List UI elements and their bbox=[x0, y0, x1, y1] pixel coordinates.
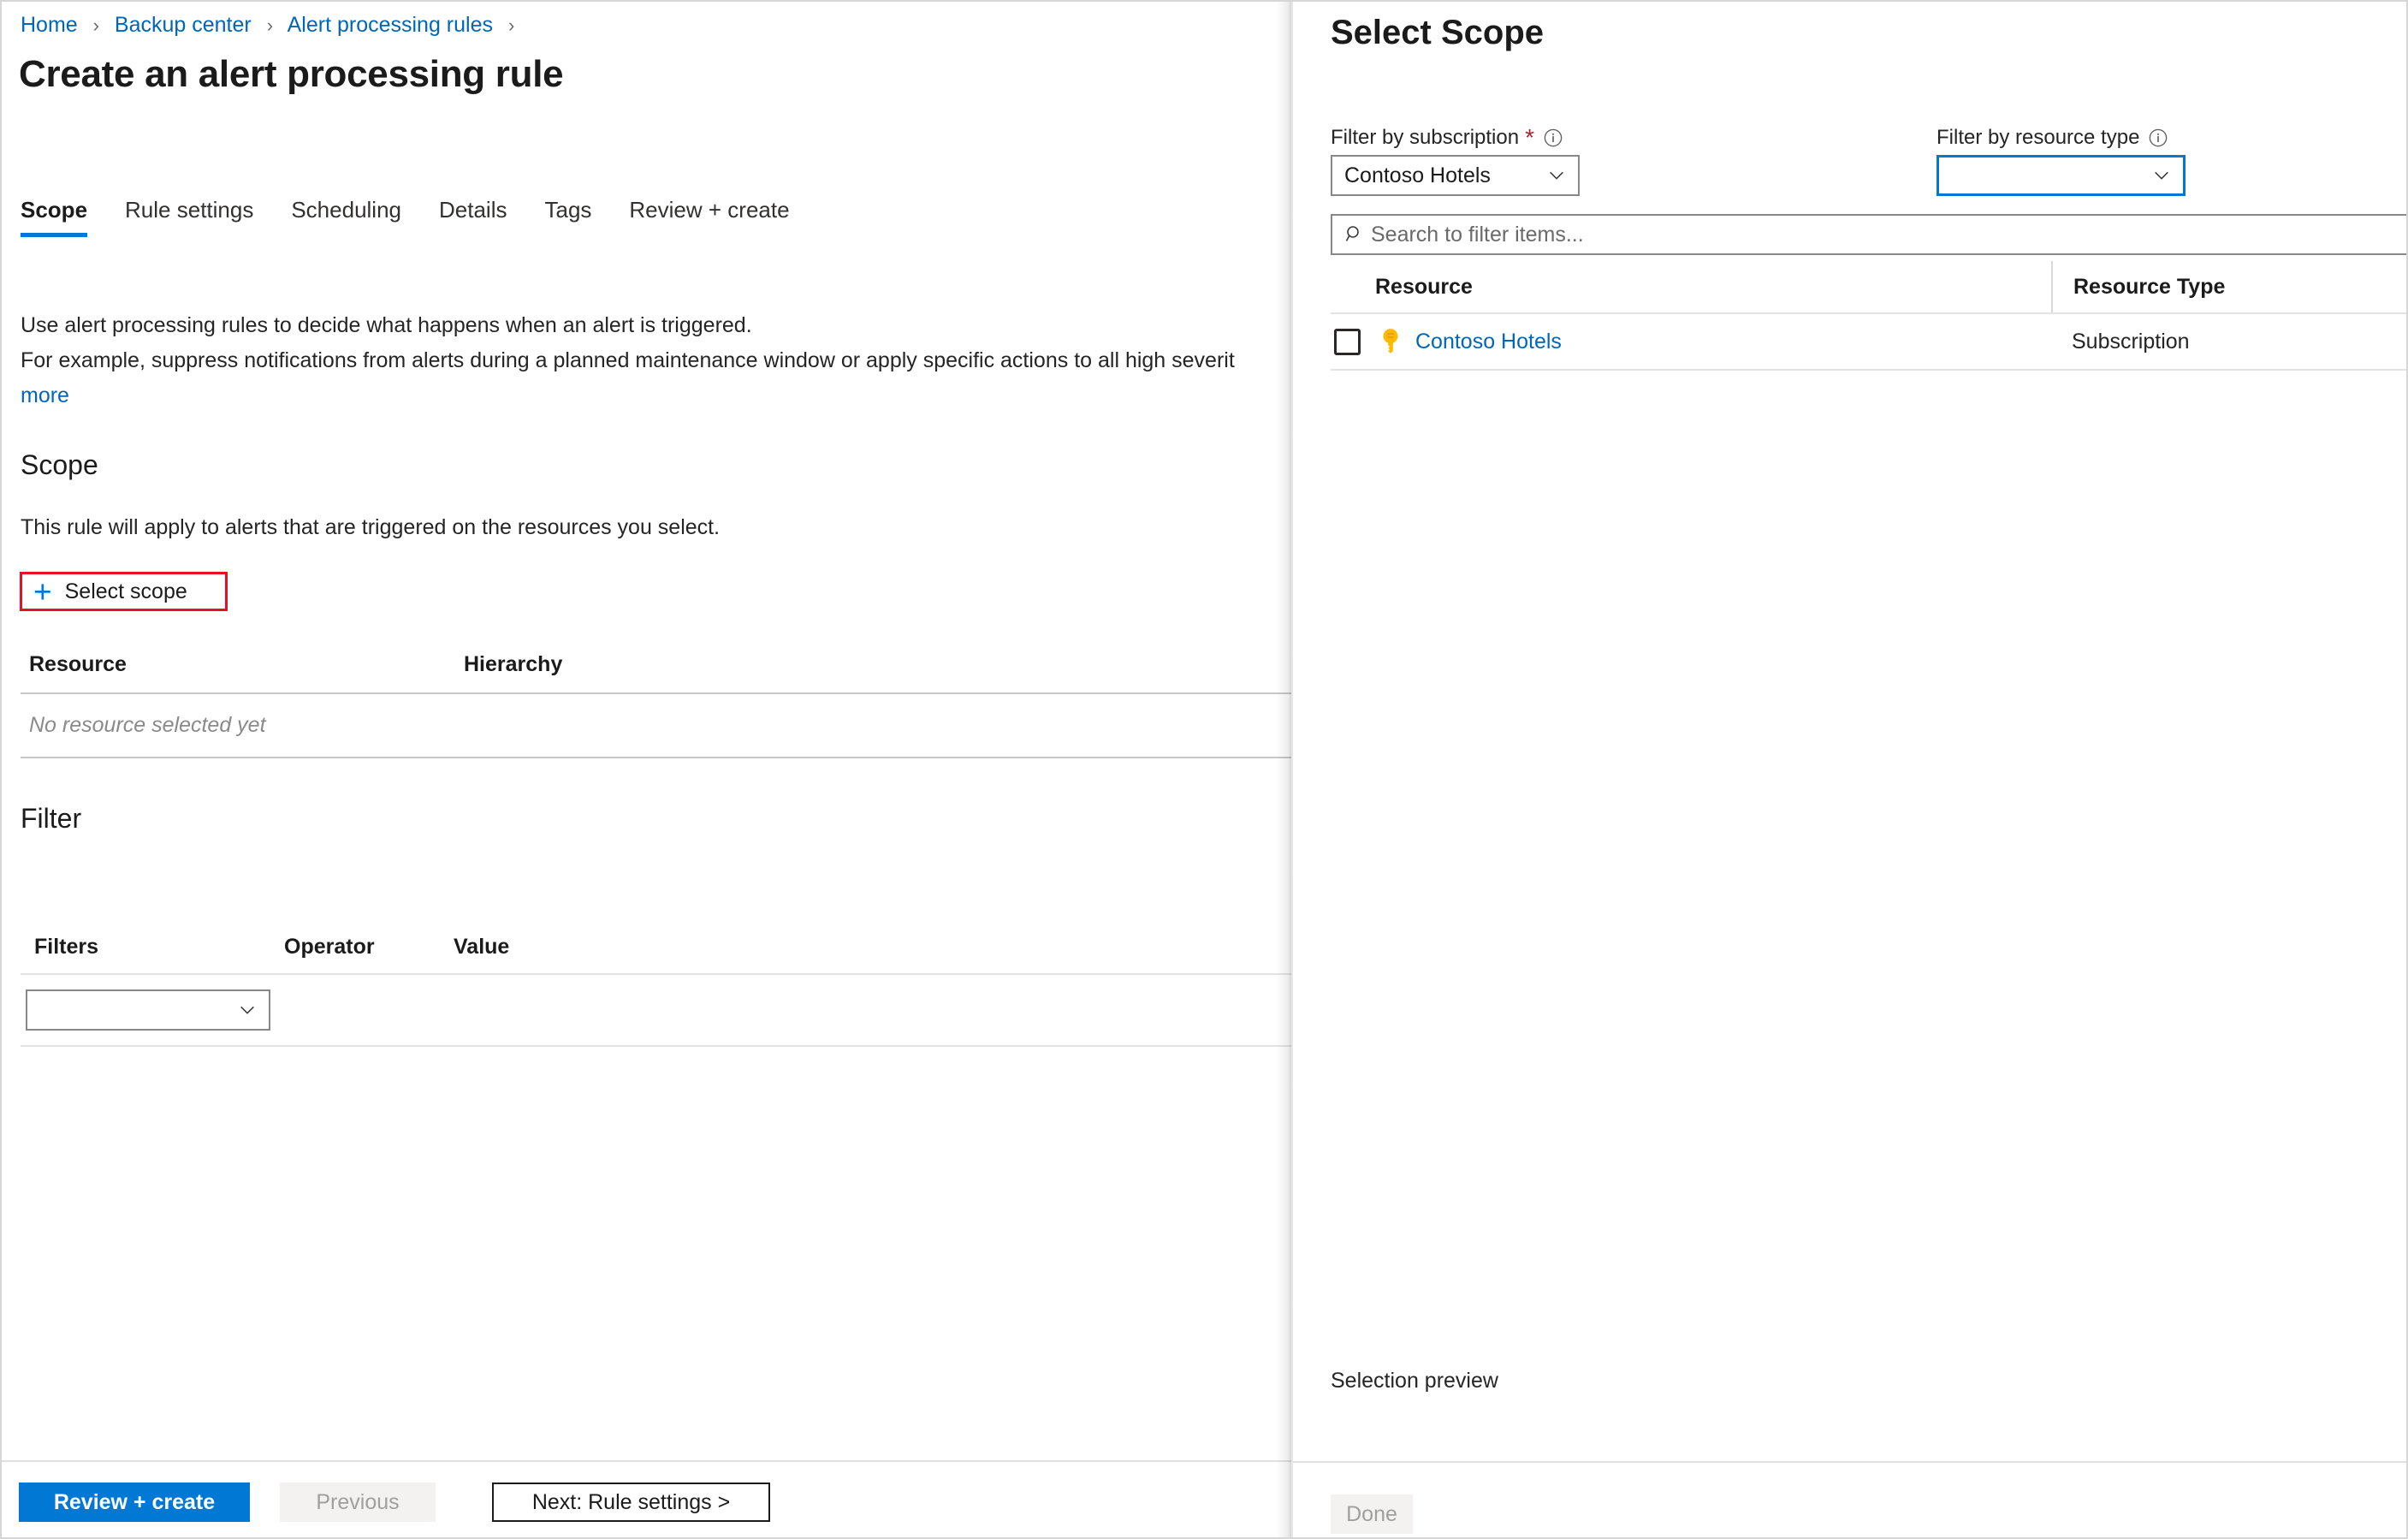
tab-review-create[interactable]: Review + create bbox=[610, 197, 808, 237]
blade-description: Use alert processing rules to decide wha… bbox=[21, 308, 1235, 413]
select-scope-panel: Select Scope Filter by subscription * Fi… bbox=[1291, 2, 2406, 1537]
info-icon[interactable] bbox=[2149, 128, 2168, 147]
blade-footer: Review + create Previous Next: Rule sett… bbox=[2, 1460, 1291, 1537]
chevron-down-icon bbox=[240, 1006, 254, 1014]
filter-by-subscription-label-text: Filter by subscription bbox=[1331, 126, 1520, 149]
table-row-empty: No resource selected yet bbox=[21, 694, 1291, 758]
empty-state-message: No resource selected yet bbox=[29, 713, 266, 737]
column-header-filters: Filters bbox=[34, 935, 99, 959]
previous-button[interactable]: Previous bbox=[280, 1483, 436, 1522]
resource-link[interactable]: Contoso Hotels bbox=[1415, 330, 1562, 354]
page-title: Create an alert processing rule bbox=[19, 53, 564, 95]
search-icon bbox=[1345, 226, 1359, 241]
subscription-select[interactable]: Contoso Hotels bbox=[1331, 155, 1580, 196]
select-scope-button[interactable]: + Select scope bbox=[20, 572, 228, 611]
table-header-row: Resource Hierarchy bbox=[21, 652, 1291, 694]
select-scope-label: Select scope bbox=[64, 579, 187, 603]
filter-select[interactable] bbox=[26, 989, 270, 1031]
review-create-button[interactable]: Review + create bbox=[19, 1483, 250, 1522]
panel-title: Select Scope bbox=[1331, 14, 1545, 51]
key-icon bbox=[1383, 329, 1398, 354]
filters-table: Filters Operator Value bbox=[21, 935, 1291, 1047]
breadcrumb-item-home[interactable]: Home bbox=[21, 13, 78, 37]
column-header-resource: Resource bbox=[1375, 274, 1473, 299]
breadcrumb-separator-icon: › bbox=[507, 15, 515, 36]
table-header-row: Resource Resource Type bbox=[1331, 261, 2406, 314]
tab-scope[interactable]: Scope bbox=[21, 197, 106, 237]
resources-table: Resource Resource Type Contoso Hotels Su… bbox=[1331, 261, 2406, 371]
search-input[interactable]: Search to filter items... bbox=[1331, 214, 2406, 255]
breadcrumb-separator-icon: › bbox=[92, 15, 99, 36]
description-line-2: For example, suppress notifications from… bbox=[21, 348, 1235, 372]
search-placeholder: Search to filter items... bbox=[1371, 222, 1584, 247]
filter-by-subscription-label: Filter by subscription * bbox=[1331, 126, 1563, 150]
tab-rule-settings[interactable]: Rule settings bbox=[106, 197, 272, 237]
chevron-down-icon bbox=[2155, 171, 2168, 180]
selection-preview-label: Selection preview bbox=[1331, 1369, 1498, 1393]
info-icon[interactable] bbox=[1544, 128, 1563, 147]
tab-tags[interactable]: Tags bbox=[525, 197, 610, 237]
learn-more-link[interactable]: more bbox=[21, 383, 69, 407]
tab-scheduling[interactable]: Scheduling bbox=[272, 197, 420, 237]
subscription-select-value: Contoso Hotels bbox=[1344, 163, 1491, 187]
panel-footer-divider bbox=[1293, 1461, 2406, 1463]
column-header-operator: Operator bbox=[284, 935, 375, 959]
description-line-1: Use alert processing rules to decide wha… bbox=[21, 313, 752, 337]
tab-details[interactable]: Details bbox=[420, 197, 525, 237]
filter-section-heading: Filter bbox=[21, 803, 82, 834]
azure-portal-screen: Home › Backup center › Alert processing … bbox=[0, 0, 2408, 1539]
column-header-value: Value bbox=[454, 935, 510, 959]
breadcrumb-item-backup-center[interactable]: Backup center bbox=[115, 13, 252, 37]
breadcrumb-item-alert-processing-rules[interactable]: Alert processing rules bbox=[288, 13, 493, 37]
filters-table-header-row: Filters Operator Value bbox=[21, 935, 1291, 975]
column-header-hierarchy: Hierarchy bbox=[464, 652, 563, 676]
filters-table-body bbox=[21, 975, 1291, 1047]
row-checkbox[interactable] bbox=[1334, 328, 1361, 355]
filter-by-resource-type-label-text: Filter by resource type bbox=[1936, 126, 2140, 149]
scope-section-subtitle: This rule will apply to alerts that are … bbox=[21, 515, 721, 539]
table-row[interactable]: Contoso Hotels Subscription bbox=[1331, 314, 2406, 371]
filter-by-resource-type-label: Filter by resource type bbox=[1936, 126, 2168, 150]
plus-icon: + bbox=[33, 573, 52, 609]
resource-type-cell: Subscription bbox=[2072, 329, 2190, 354]
resource-type-select[interactable] bbox=[1936, 155, 2186, 196]
chevron-down-icon bbox=[1550, 171, 1563, 180]
breadcrumb: Home › Backup center › Alert processing … bbox=[21, 10, 524, 40]
wizard-tabs: Scope Rule settings Scheduling Details T… bbox=[21, 197, 809, 237]
breadcrumb-separator-icon: › bbox=[266, 15, 274, 36]
column-header-resource-type: Resource Type bbox=[2051, 261, 2406, 312]
create-alert-processing-rule-blade: Home › Backup center › Alert processing … bbox=[2, 2, 1291, 1537]
done-button[interactable]: Done bbox=[1331, 1494, 1413, 1534]
required-asterisk: * bbox=[1525, 124, 1534, 151]
resource-cell: Contoso Hotels bbox=[1331, 327, 2051, 356]
scope-section-heading: Scope bbox=[21, 449, 98, 480]
selected-resources-table: Resource Hierarchy No resource selected … bbox=[21, 652, 1291, 758]
next-rule-settings-button[interactable]: Next: Rule settings > bbox=[492, 1483, 770, 1522]
column-header-resource: Resource bbox=[29, 652, 127, 676]
